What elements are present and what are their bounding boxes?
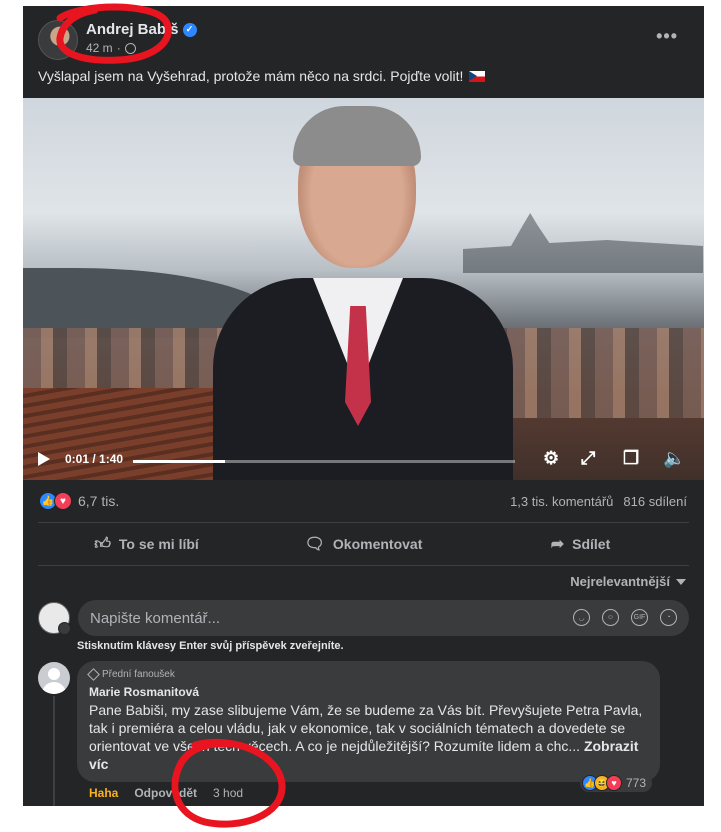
like-button[interactable]: 👍︎ To se mi líbí [38, 523, 255, 565]
author-avatar[interactable] [38, 20, 78, 60]
video-time: 0:01 / 1:40 [65, 452, 124, 466]
video-person-hair [293, 106, 421, 166]
mute-volume-icon[interactable]: 🔈 [663, 448, 685, 469]
reply-button[interactable]: Odpovědět [134, 786, 197, 800]
gif-icon[interactable]: GIF [631, 609, 648, 626]
love-reaction-icon: ♥ [54, 492, 72, 510]
play-icon[interactable] [38, 452, 50, 466]
reaction-count[interactable]: 6,7 tis. [78, 493, 119, 509]
video-scene-castle [463, 213, 703, 273]
share-button[interactable]: ➦ Sdílet [472, 523, 689, 565]
author-name-row[interactable]: Andrej Babiš ✓ [86, 21, 197, 38]
post-meta: 42 m · [86, 41, 136, 55]
video-controls: 0:01 / 1:40 ⚙ ⤢ ❐ 🔈 [23, 440, 704, 480]
comment-time[interactable]: 3 hod [213, 786, 243, 800]
comment-reactions[interactable]: 👍 😆 ♥ 773 [580, 774, 653, 792]
avatar-sticker-icon[interactable]: ◡ [573, 609, 590, 626]
comment-button-label: Okomentovat [332, 536, 423, 552]
comment-reaction-count: 773 [626, 776, 647, 790]
comment-input-placeholder: Napište komentář... [90, 609, 221, 627]
post-text-content: Vyšlapal jsem na Vyšehrad, protože mám n… [38, 68, 464, 84]
verified-badge-icon: ✓ [182, 22, 197, 37]
commenter-name[interactable]: Marie Rosmanitová [89, 685, 648, 699]
engagement-counts: 1,3 tis. komentářů 816 sdílení [510, 494, 687, 509]
globe-icon [124, 42, 136, 54]
share-count-link[interactable]: 816 sdílení [623, 494, 687, 509]
reactions-summary[interactable]: 👍 ♥ 6,7 tis. [39, 492, 119, 510]
video-player[interactable]: 0:01 / 1:40 ⚙ ⤢ ❐ 🔈 [23, 98, 704, 480]
comment-input[interactable]: Napište komentář... ◡ ☺ GIF ◔ [78, 600, 689, 636]
thumbs-up-icon: 👍︎ [94, 535, 111, 553]
composer-icons: ◡ ☺ GIF ◔ [573, 609, 677, 626]
post-time[interactable]: 42 m [86, 41, 113, 55]
share-arrow-icon: ➦ [550, 536, 565, 553]
comment-button[interactable]: 🗨 Okomentovat [255, 523, 472, 565]
comment-count-link[interactable]: 1,3 tis. komentářů [510, 494, 613, 509]
haha-reaction-button[interactable]: Haha [89, 786, 118, 800]
top-fan-badge: Přední fanoušek [87, 668, 648, 681]
settings-gear-icon[interactable]: ⚙ [543, 448, 559, 469]
sort-label: Nejrelevantnější [570, 574, 670, 589]
thread-line [53, 696, 55, 806]
video-progress-fill [133, 460, 225, 463]
love-reaction-icon: ♥ [606, 775, 622, 791]
post-stats: 👍 ♥ 6,7 tis. 1,3 tis. komentářů 816 sdíl… [23, 480, 704, 520]
viewer-avatar[interactable] [38, 602, 71, 635]
post-header: Andrej Babiš ✓ 42 m · ••• [23, 6, 704, 66]
comment-composer: Napište komentář... ◡ ☺ GIF ◔ [38, 600, 689, 640]
fullscreen-icon[interactable]: ⤢ [581, 448, 595, 469]
author-name[interactable]: Andrej Babiš [86, 21, 179, 38]
comment-text: Pane Babiši, my zase slibujeme Vám, že s… [89, 701, 648, 773]
share-button-label: Sdílet [572, 536, 611, 552]
emoji-icon[interactable]: ☺ [602, 609, 619, 626]
video-progress-bar[interactable] [133, 460, 515, 463]
caret-down-icon [676, 578, 686, 585]
comment-actions: Haha Odpovědět 3 hod [89, 786, 243, 800]
like-button-label: To se mi líbí [118, 536, 199, 552]
diamond-icon [87, 668, 100, 681]
speech-bubble-icon: 🗨 [304, 536, 325, 553]
top-fan-label: Přední fanoušek [102, 669, 175, 680]
composer-hint: Stisknutím klávesy Enter svůj příspěvek … [77, 640, 344, 652]
more-options-button[interactable]: ••• [656, 26, 678, 47]
comment-sort-dropdown[interactable]: Nejrelevantnější [570, 574, 686, 589]
post-card: Andrej Babiš ✓ 42 m · ••• Vyšlapal jsem … [23, 6, 704, 806]
picture-in-picture-icon[interactable]: ❐ [623, 448, 639, 469]
sticker-icon[interactable]: ◔ [660, 609, 677, 626]
comment-bubble: Přední fanoušek Marie Rosmanitová Pane B… [77, 661, 660, 782]
czech-flag-icon [469, 71, 486, 82]
post-text: Vyšlapal jsem na Vyšehrad, protože mám n… [38, 68, 486, 84]
commenter-avatar[interactable] [38, 662, 70, 694]
comment-body: Pane Babiši, my zase slibujeme Vám, že s… [89, 702, 643, 754]
post-actions: 👍︎ To se mi líbí 🗨 Okomentovat ➦ Sdílet [38, 522, 689, 566]
